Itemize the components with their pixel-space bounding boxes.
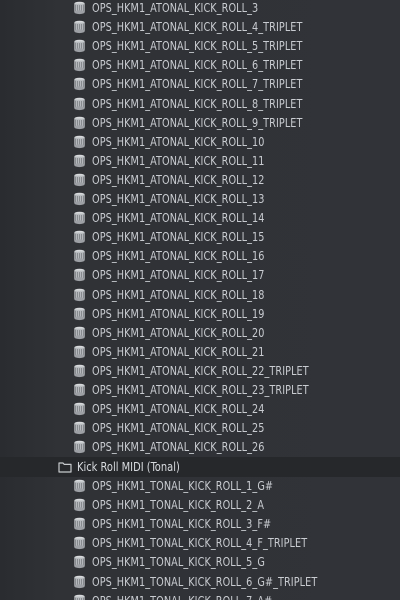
drum-sample-icon <box>74 39 85 53</box>
drum-sample-icon <box>74 173 85 186</box>
drum-sample-icon <box>74 1 85 15</box>
file-item-label: OPS_HKM1_ATONAL_KICK_ROLL_16 <box>92 248 265 264</box>
file-item[interactable]: OPS_HKM1_TONAL_KICK_ROLL_5_G <box>0 552 400 571</box>
file-item[interactable]: OPS_HKM1_ATONAL_KICK_ROLL_19 <box>0 304 400 323</box>
file-item[interactable]: OPS_HKM1_ATONAL_KICK_ROLL_16 <box>0 246 400 265</box>
drum-sample-icon <box>74 211 85 225</box>
file-item-label: OPS_HKM1_ATONAL_KICK_ROLL_9_TRIPLET <box>92 114 303 130</box>
drum-sample-icon <box>74 556 85 569</box>
drum-sample-icon <box>74 479 85 493</box>
file-item[interactable]: OPS_HKM1_ATONAL_KICK_ROLL_15 <box>0 227 400 246</box>
file-item-label: OPS_HKM1_TONAL_KICK_ROLL_3_F# <box>92 516 272 532</box>
drum-sample-icon <box>74 78 85 91</box>
file-item[interactable]: OPS_HKM1_ATONAL_KICK_ROLL_11 <box>0 151 400 170</box>
file-item[interactable]: OPS_HKM1_ATONAL_KICK_ROLL_8_TRIPLET <box>0 94 400 113</box>
drum-sample-icon <box>74 402 85 416</box>
drum-sample-icon <box>74 269 85 282</box>
drum-sample-icon <box>74 575 85 588</box>
file-item-label: OPS_HKM1_ATONAL_KICK_ROLL_18 <box>92 286 265 302</box>
file-item-label: OPS_HKM1_ATONAL_KICK_ROLL_17 <box>92 267 265 283</box>
file-item-label: OPS_HKM1_ATONAL_KICK_ROLL_21 <box>92 343 265 359</box>
file-item-label: OPS_HKM1_ATONAL_KICK_ROLL_20 <box>92 324 265 340</box>
drum-sample-icon <box>74 364 85 377</box>
drum-sample-icon <box>74 594 85 600</box>
file-item-label: OPS_HKM1_ATONAL_KICK_ROLL_25 <box>92 420 265 436</box>
file-item[interactable]: OPS_HKM1_ATONAL_KICK_ROLL_13 <box>0 189 400 208</box>
drum-sample-icon <box>74 154 85 167</box>
file-item-label: OPS_HKM1_ATONAL_KICK_ROLL_26 <box>92 439 265 455</box>
drum-sample-icon <box>74 517 85 531</box>
file-item-label: OPS_HKM1_ATONAL_KICK_ROLL_8_TRIPLET <box>92 95 303 111</box>
drum-sample-icon <box>74 20 85 34</box>
file-item-label: OPS_HKM1_ATONAL_KICK_ROLL_13 <box>92 191 265 206</box>
file-item-label: OPS_HKM1_TONAL_KICK_ROLL_4_F_TRIPLET <box>92 535 308 551</box>
file-item[interactable]: OPS_HKM1_ATONAL_KICK_ROLL_22_TRIPLET <box>0 361 400 380</box>
file-item-label: OPS_HKM1_ATONAL_KICK_ROLL_7_TRIPLET <box>92 76 303 92</box>
drum-sample-icon <box>74 421 85 435</box>
file-item-label: OPS_HKM1_ATONAL_KICK_ROLL_24 <box>92 401 265 417</box>
file-item-label: OPS_HKM1_TONAL_KICK_ROLL_5_G <box>92 554 265 570</box>
drum-sample-icon <box>74 288 85 301</box>
drum-sample-icon <box>74 116 85 129</box>
file-item[interactable]: OPS_HKM1_TONAL_KICK_ROLL_3_F# <box>0 514 400 533</box>
folder-row-kick-roll-midi-tonal[interactable]: Kick Roll MIDI (Tonal) <box>0 456 400 477</box>
file-item-label: OPS_HKM1_TONAL_KICK_ROLL_6_G#_TRIPLET <box>92 573 318 589</box>
file-item[interactable]: OPS_HKM1_ATONAL_KICK_ROLL_17 <box>0 265 400 284</box>
file-item[interactable]: OPS_HKM1_ATONAL_KICK_ROLL_9_TRIPLET <box>0 113 400 132</box>
file-item[interactable]: OPS_HKM1_TONAL_KICK_ROLL_6_G#_TRIPLET <box>0 572 400 591</box>
file-item[interactable]: OPS_HKM1_TONAL_KICK_ROLL_7_A# <box>0 591 400 600</box>
drum-sample-icon <box>74 249 85 263</box>
file-item[interactable]: OPS_HKM1_ATONAL_KICK_ROLL_12 <box>0 170 400 189</box>
file-item-label: OPS_HKM1_TONAL_KICK_ROLL_7_A# <box>92 591 272 600</box>
drum-sample-icon <box>74 440 85 454</box>
file-item[interactable]: OPS_HKM1_ATONAL_KICK_ROLL_21 <box>0 342 400 361</box>
file-item[interactable]: OPS_HKM1_ATONAL_KICK_ROLL_7_TRIPLET <box>0 74 400 93</box>
file-item[interactable]: OPS_HKM1_ATONAL_KICK_ROLL_18 <box>0 285 400 304</box>
drum-sample-icon <box>74 307 85 320</box>
drum-sample-icon <box>74 135 85 148</box>
file-item-label: OPS_HKM1_ATONAL_KICK_ROLL_14 <box>92 210 265 226</box>
file-item[interactable]: OPS_HKM1_ATONAL_KICK_ROLL_14 <box>0 208 400 227</box>
file-item[interactable]: OPS_HKM1_ATONAL_KICK_ROLL_20 <box>0 323 400 342</box>
file-item-label: OPS_HKM1_ATONAL_KICK_ROLL_4_TRIPLET <box>92 19 303 35</box>
drum-sample-icon <box>74 345 85 358</box>
folder-label: Kick Roll MIDI (Tonal) <box>77 458 180 474</box>
file-item[interactable]: OPS_HKM1_ATONAL_KICK_ROLL_6_TRIPLET <box>0 55 400 74</box>
drum-sample-icon <box>74 536 85 550</box>
drum-sample-icon <box>74 97 85 110</box>
folder-icon <box>58 462 72 473</box>
file-item-label: OPS_HKM1_TONAL_KICK_ROLL_2_A <box>92 497 265 513</box>
drum-sample-icon <box>74 498 85 512</box>
file-item-label: OPS_HKM1_ATONAL_KICK_ROLL_3 <box>92 0 259 15</box>
file-item-label: OPS_HKM1_ATONAL_KICK_ROLL_23_TRIPLET <box>92 382 309 397</box>
file-item[interactable]: OPS_HKM1_ATONAL_KICK_ROLL_3 <box>0 0 400 17</box>
file-item[interactable]: OPS_HKM1_TONAL_KICK_ROLL_2_A <box>0 495 400 514</box>
file-item[interactable]: OPS_HKM1_TONAL_KICK_ROLL_4_F_TRIPLET <box>0 533 400 552</box>
file-item-label: OPS_HKM1_ATONAL_KICK_ROLL_19 <box>92 305 265 321</box>
file-item[interactable]: OPS_HKM1_ATONAL_KICK_ROLL_25 <box>0 418 400 437</box>
drum-sample-icon <box>74 192 85 206</box>
file-item-label: OPS_HKM1_ATONAL_KICK_ROLL_12 <box>92 171 265 187</box>
file-item-label: OPS_HKM1_ATONAL_KICK_ROLL_22_TRIPLET <box>92 362 309 378</box>
file-item-label: OPS_HKM1_TONAL_KICK_ROLL_1_G# <box>92 478 274 493</box>
file-item-label: OPS_HKM1_ATONAL_KICK_ROLL_15 <box>92 229 265 245</box>
file-item-label: OPS_HKM1_ATONAL_KICK_ROLL_11 <box>92 152 265 168</box>
file-item[interactable]: OPS_HKM1_ATONAL_KICK_ROLL_24 <box>0 399 400 418</box>
file-item-label: OPS_HKM1_ATONAL_KICK_ROLL_6_TRIPLET <box>92 57 303 73</box>
file-browser: OPS_HKM1_ATONAL_KICK_ROLL_3 OPS_HKM1_ATO… <box>0 0 400 600</box>
file-item-label: OPS_HKM1_ATONAL_KICK_ROLL_10 <box>92 133 265 149</box>
drum-sample-icon <box>74 383 85 397</box>
file-item[interactable]: OPS_HKM1_ATONAL_KICK_ROLL_10 <box>0 132 400 151</box>
file-item[interactable]: OPS_HKM1_ATONAL_KICK_ROLL_23_TRIPLET <box>0 380 400 399</box>
drum-sample-icon <box>74 58 85 72</box>
file-item-label: OPS_HKM1_ATONAL_KICK_ROLL_5_TRIPLET <box>92 38 303 54</box>
file-item[interactable]: OPS_HKM1_TONAL_KICK_ROLL_1_G# <box>0 476 400 495</box>
drum-sample-icon <box>74 326 85 339</box>
drum-sample-icon <box>74 230 85 244</box>
file-item[interactable]: OPS_HKM1_ATONAL_KICK_ROLL_4_TRIPLET <box>0 17 400 36</box>
file-item[interactable]: OPS_HKM1_ATONAL_KICK_ROLL_26 <box>0 437 400 456</box>
file-item[interactable]: OPS_HKM1_ATONAL_KICK_ROLL_5_TRIPLET <box>0 36 400 55</box>
